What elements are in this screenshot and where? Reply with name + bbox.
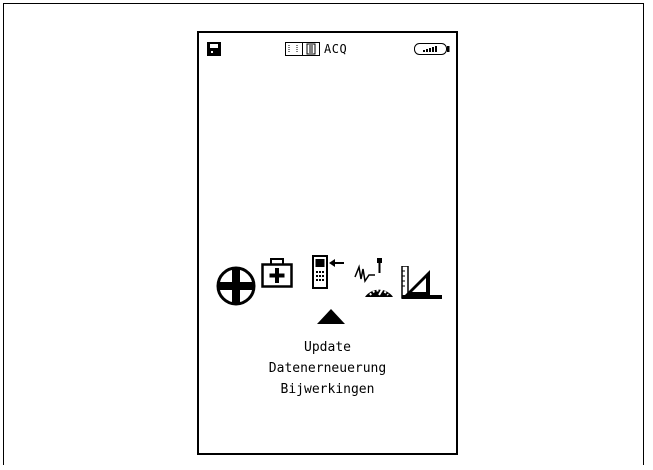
- mode-label: ACQ: [324, 42, 348, 56]
- label-english: Update: [304, 340, 351, 355]
- up-triangle-icon: [317, 309, 345, 324]
- label-german: Datenerneuerung: [268, 361, 387, 376]
- calibration-gauge-icon[interactable]: [353, 255, 395, 299]
- save-icon: [207, 42, 221, 56]
- set-square-icon[interactable]: [400, 266, 444, 300]
- battery-icon: [414, 43, 450, 55]
- memory-icon: [285, 42, 320, 56]
- first-aid-icon[interactable]: [261, 258, 293, 288]
- crosshair-icon[interactable]: [216, 266, 256, 306]
- transfer-icon[interactable]: [312, 255, 347, 290]
- label-dutch: Bijwerkingen: [280, 382, 375, 397]
- device-screen: ACQ Update Datenerneuerung Bijwerkingen: [197, 31, 458, 455]
- selected-item-labels: Update Datenerneuerung Bijwerkingen: [199, 337, 456, 400]
